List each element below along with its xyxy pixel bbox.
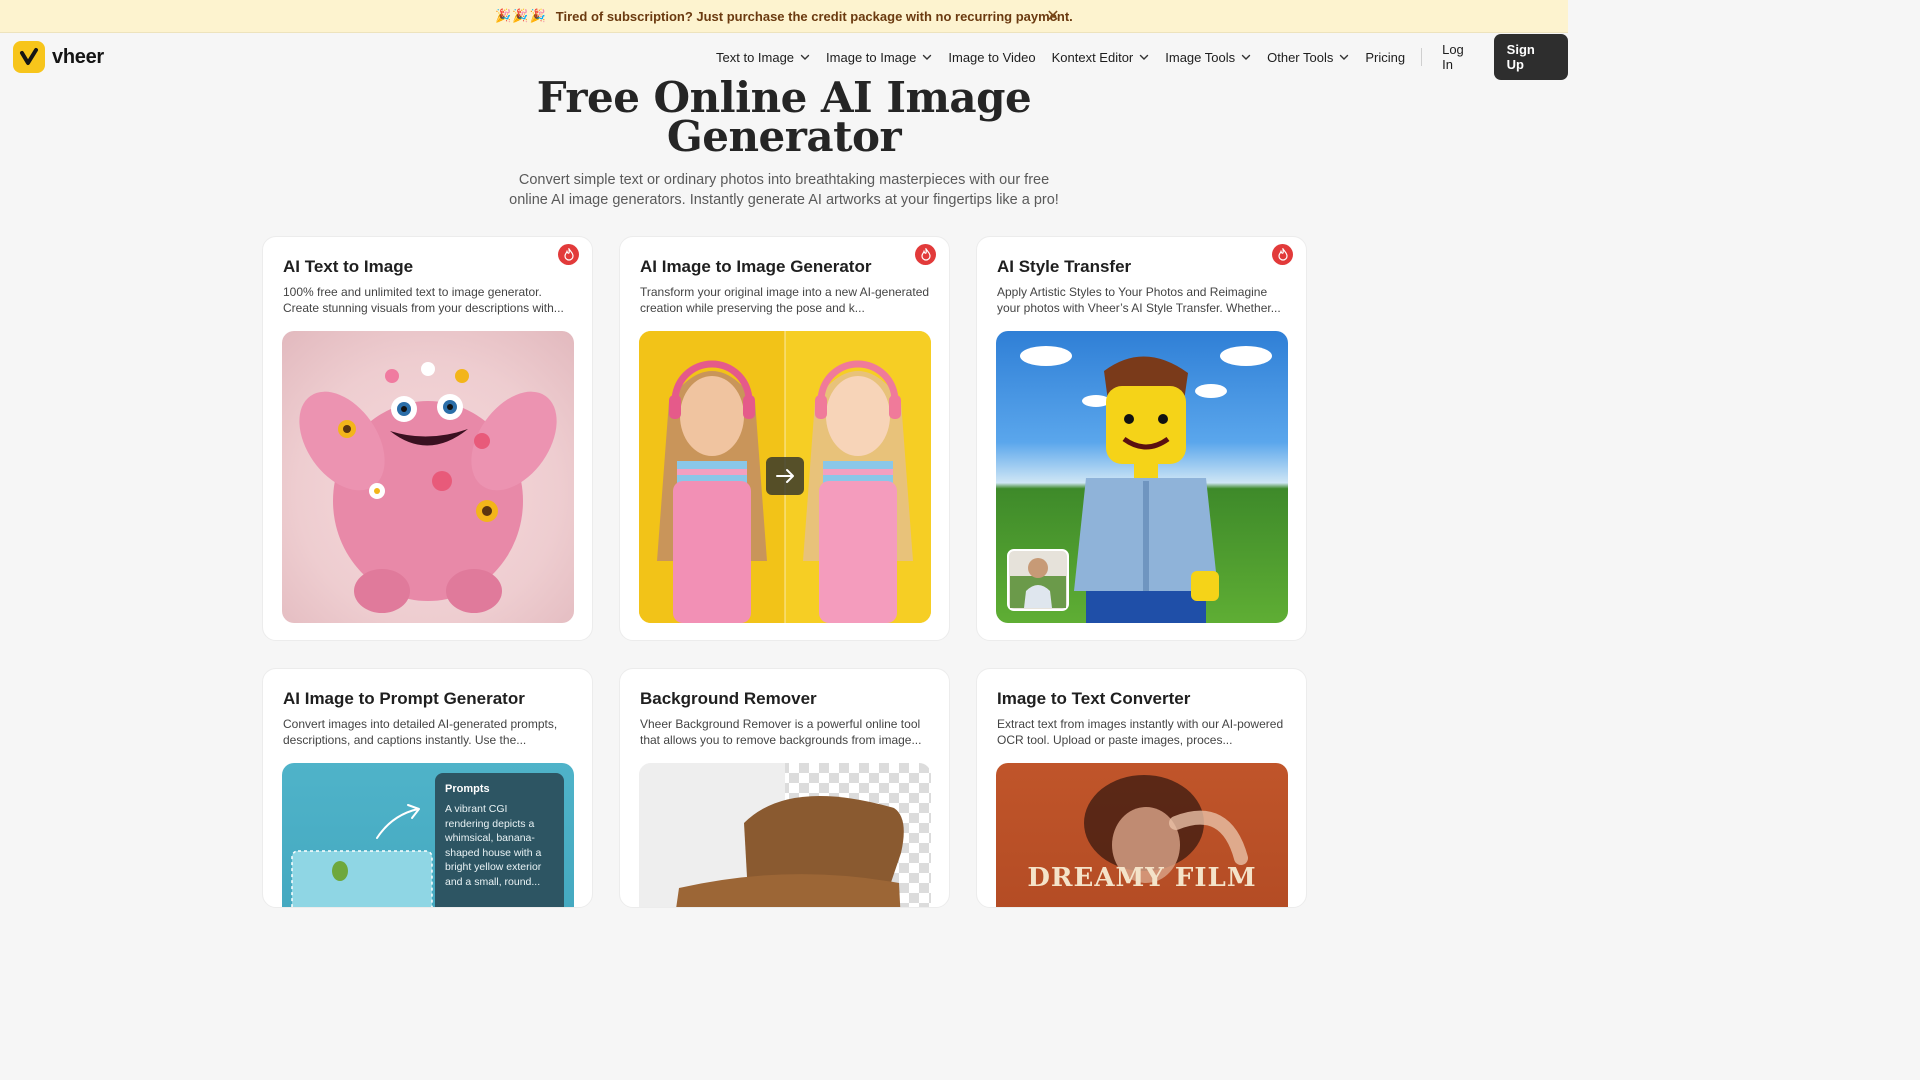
- prompts-text: A vibrant CGI rendering depicts a whimsi…: [445, 803, 542, 888]
- card-ai-text-to-image[interactable]: AI Text to Image 100% free and unlimited…: [262, 236, 593, 641]
- prompts-panel: Prompts A vibrant CGI rendering depicts …: [435, 773, 564, 907]
- card-title: AI Style Transfer: [997, 257, 1132, 276]
- prompts-title: Prompts: [445, 783, 490, 795]
- nav-divider: [1421, 48, 1423, 66]
- page-title: Free Online AI Image Generator: [484, 77, 1084, 158]
- nav-label: Image to Video: [948, 49, 1036, 65]
- nav-text-to-image[interactable]: Text to Image: [716, 50, 810, 65]
- nav-image-to-video[interactable]: Image to Video: [948, 50, 1035, 65]
- card-preview-image: [639, 331, 931, 623]
- logo[interactable]: vheer: [13, 41, 104, 73]
- fire-icon: [558, 244, 579, 265]
- nav-label: Kontext Editor: [1051, 49, 1134, 65]
- nav-pricing[interactable]: Pricing: [1365, 50, 1405, 65]
- chevron-down-icon: [1140, 54, 1149, 60]
- card-description: 100% free and unlimited text to image ge…: [283, 285, 564, 315]
- card-title: Image to Text Converter: [997, 689, 1191, 708]
- card-title: AI Image to Image Generator: [640, 257, 872, 276]
- close-icon[interactable]: ✕: [1044, 7, 1062, 25]
- nav-label: Text to Image: [716, 49, 795, 65]
- fire-icon: [915, 244, 936, 265]
- nav-label: Image Tools: [1165, 49, 1236, 65]
- fire-icon: [1272, 244, 1293, 265]
- card-title: AI Text to Image: [283, 257, 414, 276]
- signup-button[interactable]: Sign Up: [1493, 34, 1568, 80]
- page-subtitle: Convert simple text or ordinary photos i…: [509, 172, 1059, 208]
- card-description: Convert images into detailed AI-generate…: [283, 717, 558, 747]
- title-line-2: Generator: [666, 112, 902, 161]
- chevron-down-icon: [800, 54, 810, 60]
- promo-banner: 🎉🎉🎉 Tired of subscription? Just purchase…: [0, 0, 1568, 33]
- card-title: AI Image to Prompt Generator: [283, 689, 525, 708]
- nav-kontext-editor[interactable]: Kontext Editor: [1052, 50, 1150, 65]
- card-preview-image: [282, 331, 574, 623]
- card-description: Vheer Background Remover is a powerful o…: [640, 717, 922, 747]
- card-description: Transform your original image into a new…: [640, 285, 930, 315]
- card-description: Extract text from images instantly with …: [997, 717, 1284, 747]
- card-image-to-text[interactable]: Image to Text Converter Extract text fro…: [976, 668, 1307, 908]
- nav-label: Pricing: [1365, 49, 1406, 65]
- card-preview-image: DREAMY FILM: [996, 763, 1288, 907]
- card-preview-image: Prompts A vibrant CGI rendering depicts …: [282, 763, 574, 907]
- nav-image-to-image[interactable]: Image to Image: [826, 50, 932, 65]
- chevron-down-icon: [1340, 54, 1349, 60]
- card-preview-image: [639, 763, 931, 907]
- card-ai-image-to-image[interactable]: AI Image to Image Generator Transform yo…: [619, 236, 950, 641]
- card-background-remover[interactable]: Background Remover Vheer Background Remo…: [619, 668, 950, 908]
- nav-label: Image to Image: [826, 49, 917, 65]
- party-emoji: 🎉🎉🎉: [495, 8, 547, 23]
- card-preview-image: [996, 331, 1288, 623]
- nav-other-tools[interactable]: Other Tools: [1267, 50, 1349, 65]
- ocr-sample-text: DREAMY FILM: [1027, 863, 1257, 893]
- card-description: Apply Artistic Styles to Your Photos and…: [997, 285, 1281, 315]
- card-title: Background Remover: [640, 689, 817, 708]
- promo-message[interactable]: Tired of subscription? Just purchase the…: [556, 9, 1073, 24]
- nav-image-tools[interactable]: Image Tools: [1165, 50, 1251, 65]
- nav-label: Other Tools: [1267, 49, 1334, 65]
- card-ai-image-to-prompt[interactable]: AI Image to Prompt Generator Convert ima…: [262, 668, 593, 908]
- card-ai-style-transfer[interactable]: AI Style Transfer Apply Artistic Styles …: [976, 236, 1307, 641]
- chevron-down-icon: [1241, 54, 1251, 60]
- chevron-down-icon: [923, 54, 932, 60]
- brand-name: vheer: [52, 45, 104, 68]
- login-link[interactable]: Log In: [1442, 42, 1478, 72]
- logo-icon: [13, 41, 45, 73]
